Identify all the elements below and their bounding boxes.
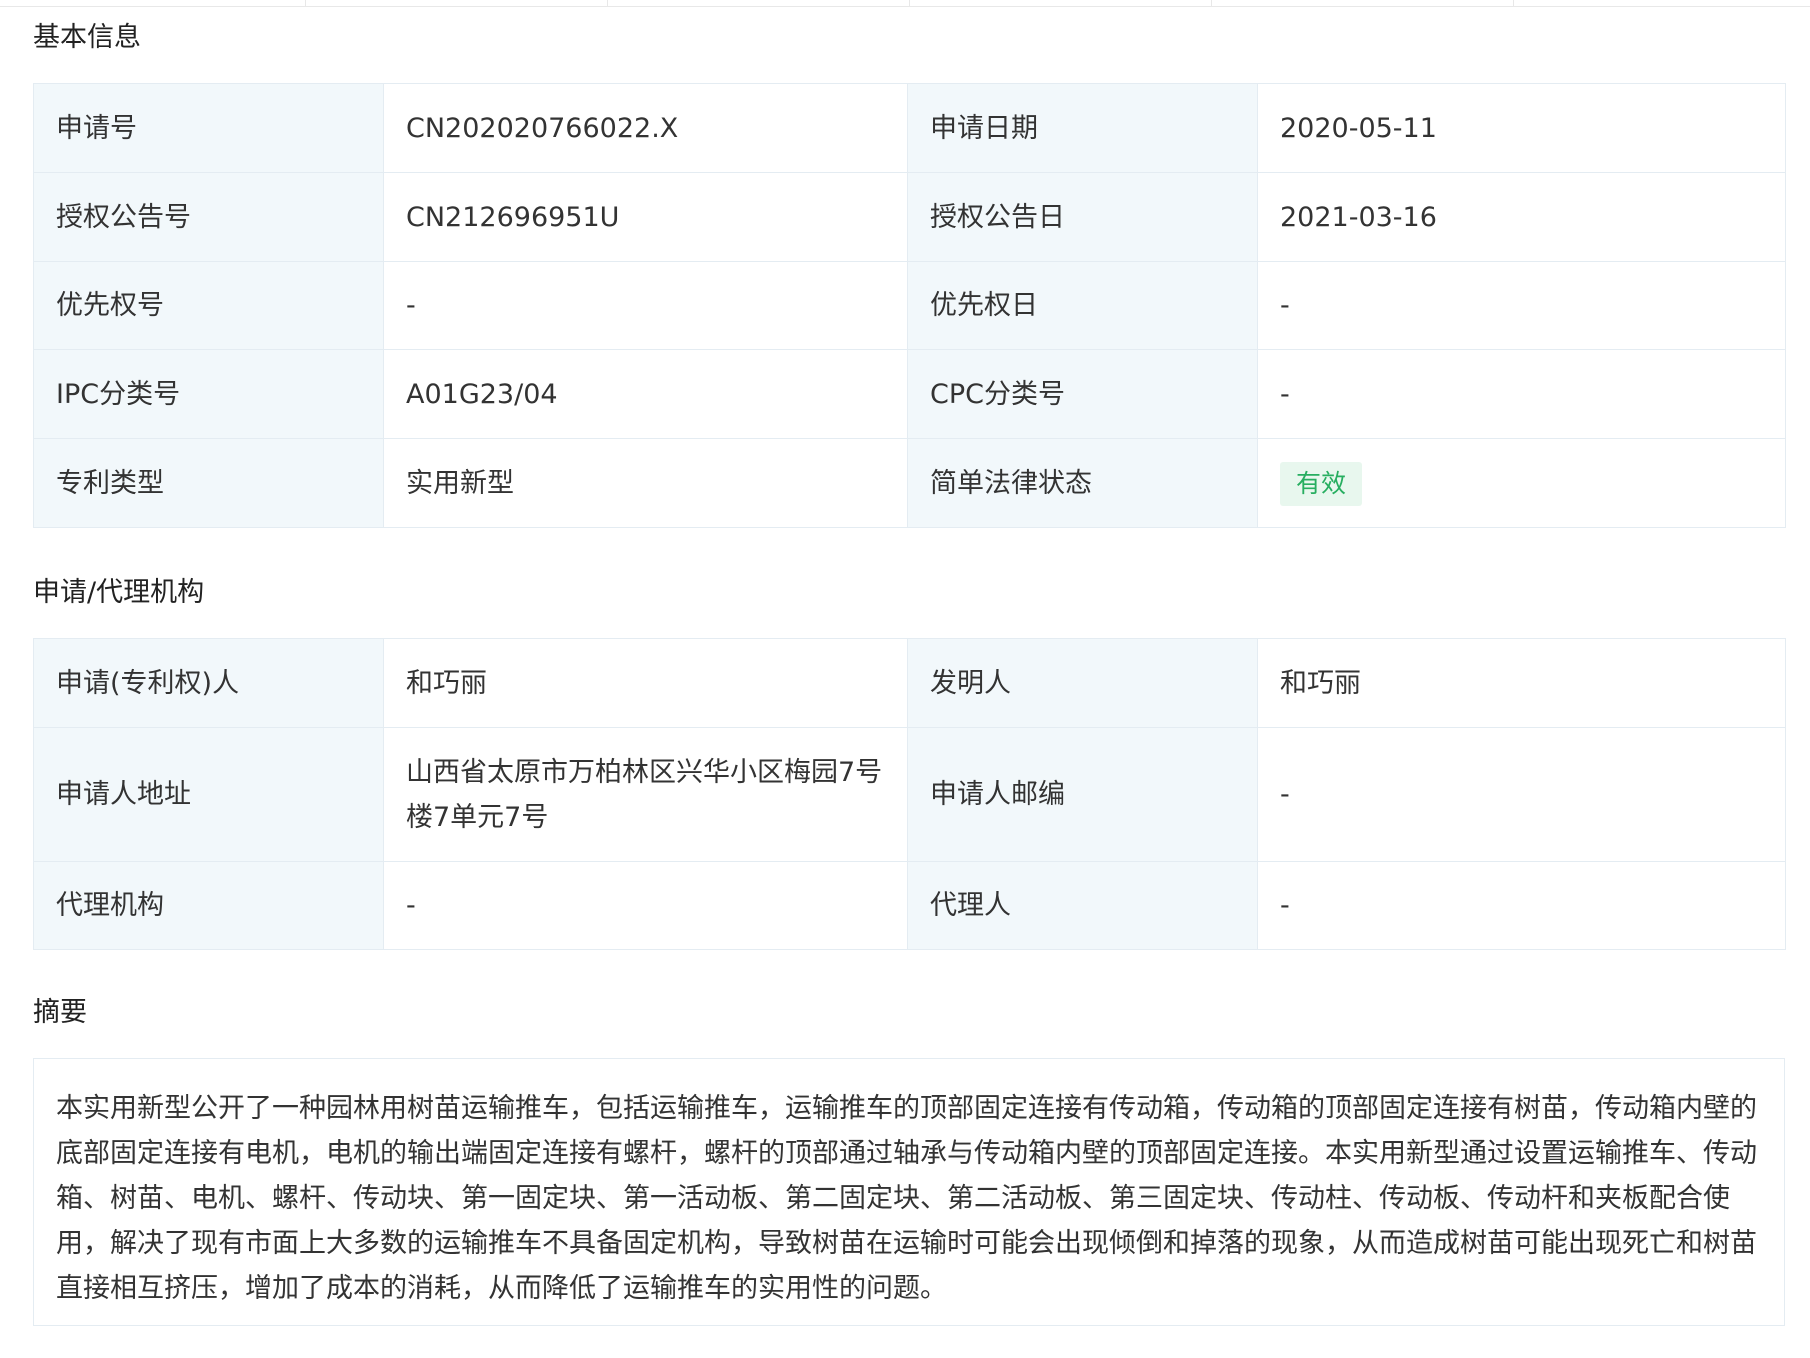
table-row: 申请号 CN202020766022.X 申请日期 2020-05-11 bbox=[33, 83, 1786, 173]
basic-info-table: 申请号 CN202020766022.X 申请日期 2020-05-11 授权公… bbox=[33, 83, 1786, 528]
grant-pub-date-label: 授权公告日 bbox=[907, 172, 1258, 262]
ipc-value: A01G23/04 bbox=[383, 349, 908, 439]
top-tab-strip bbox=[0, 0, 1810, 7]
tab-divider bbox=[1513, 0, 1514, 6]
table-row: 授权公告号 CN212696951U 授权公告日 2021-03-16 bbox=[33, 172, 1786, 262]
status-badge: 有效 bbox=[1280, 461, 1363, 506]
priority-date-label: 优先权日 bbox=[907, 261, 1258, 350]
grant-pub-no-value: CN212696951U bbox=[383, 172, 908, 262]
application-date-value: 2020-05-11 bbox=[1257, 83, 1786, 173]
application-no-value: CN202020766022.X bbox=[383, 83, 908, 173]
table-row: 专利类型 实用新型 简单法律状态 有效 bbox=[33, 438, 1786, 528]
agent-label: 代理人 bbox=[907, 861, 1258, 950]
cpc-label: CPC分类号 bbox=[907, 349, 1258, 439]
abstract-title: 摘要 bbox=[33, 997, 87, 1028]
inventor-label: 发明人 bbox=[907, 638, 1258, 728]
priority-date-value: - bbox=[1257, 261, 1786, 350]
applicant-address-label: 申请人地址 bbox=[33, 727, 384, 862]
ipc-label: IPC分类号 bbox=[33, 349, 384, 439]
agency-value: - bbox=[383, 861, 908, 950]
application-no-label: 申请号 bbox=[33, 83, 384, 173]
tab-divider bbox=[305, 0, 306, 6]
table-row: 申请人地址 山西省太原市万柏林区兴华小区梅园7号楼7单元7号 申请人邮编 - bbox=[33, 727, 1786, 862]
grant-pub-date-value: 2021-03-16 bbox=[1257, 172, 1786, 262]
applicant-postcode-label: 申请人邮编 bbox=[907, 727, 1258, 862]
grant-pub-no-label: 授权公告号 bbox=[33, 172, 384, 262]
tab-divider bbox=[909, 0, 910, 6]
inventor-value: 和巧丽 bbox=[1257, 638, 1786, 728]
table-row: 申请(专利权)人 和巧丽 发明人 和巧丽 bbox=[33, 638, 1786, 728]
priority-no-label: 优先权号 bbox=[33, 261, 384, 350]
agency-title: 申请/代理机构 bbox=[33, 577, 205, 608]
legal-status-label: 简单法律状态 bbox=[907, 438, 1258, 528]
cpc-value: - bbox=[1257, 349, 1786, 439]
table-row: 优先权号 - 优先权日 - bbox=[33, 261, 1786, 350]
table-row: 代理机构 - 代理人 - bbox=[33, 861, 1786, 950]
applicant-address-value: 山西省太原市万柏林区兴华小区梅园7号楼7单元7号 bbox=[383, 727, 908, 862]
applicant-label: 申请(专利权)人 bbox=[33, 638, 384, 728]
priority-no-value: - bbox=[383, 261, 908, 350]
agency-table: 申请(专利权)人 和巧丽 发明人 和巧丽 申请人地址 山西省太原市万柏林区兴华小… bbox=[33, 638, 1786, 950]
legal-status-cell: 有效 bbox=[1257, 438, 1786, 528]
abstract-text: 本实用新型公开了一种园林用树苗运输推车，包括运输推车，运输推车的顶部固定连接有传… bbox=[33, 1058, 1785, 1326]
application-date-label: 申请日期 bbox=[907, 83, 1258, 173]
tab-divider bbox=[607, 0, 608, 6]
table-row: IPC分类号 A01G23/04 CPC分类号 - bbox=[33, 349, 1786, 439]
tab-divider bbox=[1211, 0, 1212, 6]
applicant-postcode-value: - bbox=[1257, 727, 1786, 862]
basic-info-title: 基本信息 bbox=[33, 22, 141, 53]
agency-label: 代理机构 bbox=[33, 861, 384, 950]
applicant-value: 和巧丽 bbox=[383, 638, 908, 728]
agent-value: - bbox=[1257, 861, 1786, 950]
patent-type-label: 专利类型 bbox=[33, 438, 384, 528]
patent-type-value: 实用新型 bbox=[383, 438, 908, 528]
